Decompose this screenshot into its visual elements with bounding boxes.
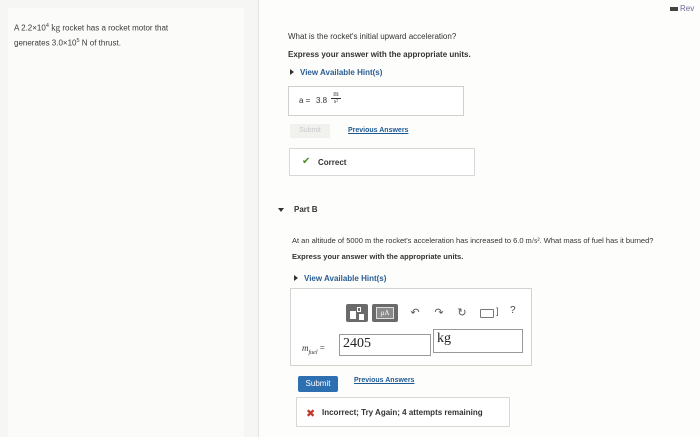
keyboard-icon[interactable]: [480, 309, 494, 318]
partA-feedback-text: Correct: [318, 158, 347, 167]
reset-icon[interactable]: ↻: [455, 306, 469, 319]
checkmark-icon: ✔: [302, 156, 311, 167]
partB-title: Part B: [294, 205, 318, 214]
template-block-icon: [350, 311, 356, 319]
partB-question: At an altitude of 5000 m the rocket's ac…: [292, 236, 654, 245]
partA-question: What is the rocket's initial upward acce…: [288, 32, 457, 41]
redo-icon[interactable]: ↷: [433, 306, 445, 319]
units-button[interactable]: μA: [372, 304, 398, 322]
keyboard-bracket-icon: ]: [496, 306, 499, 316]
expand-triangle-icon: [294, 275, 298, 281]
problem-statement: A 2.2×104 kg rocket has a rocket motor t…: [14, 22, 169, 48]
partA-previous-answers-link[interactable]: Previous Answers: [348, 127, 408, 134]
partA-hints-link[interactable]: View Available Hint(s): [290, 68, 382, 77]
partB-instruction: Express your answer with the appropriate…: [292, 252, 464, 261]
review-icon[interactable]: [670, 7, 678, 11]
incorrect-x-icon: ✖: [306, 408, 316, 420]
expand-triangle-icon: [290, 69, 294, 75]
partB-hints-link[interactable]: View Available Hint(s): [294, 274, 386, 283]
question-panel: [258, 0, 700, 437]
templates-button[interactable]: [346, 304, 368, 322]
help-icon[interactable]: ?: [510, 305, 516, 316]
partB-feedback-text: Incorrect; Try Again; 4 attempts remaini…: [322, 408, 483, 417]
collapse-caret-icon[interactable]: [278, 208, 284, 212]
partB-previous-answers-link[interactable]: Previous Answers: [354, 377, 414, 384]
partA-instruction: Express your answer with the appropriate…: [288, 50, 471, 59]
partB-submit-button[interactable]: Submit: [298, 376, 338, 392]
partA-feedback-box: [289, 148, 475, 176]
partA-answer-var: a =: [299, 96, 311, 105]
template-super-icon: [357, 307, 361, 312]
partA-answer-box: [288, 86, 464, 116]
template-block2-icon: [359, 314, 364, 320]
review-link[interactable]: Rev: [680, 4, 694, 13]
partB-answer-label: mfuel =: [302, 343, 325, 356]
undo-icon[interactable]: ↶: [409, 306, 421, 319]
partB-unit-input[interactable]: kg: [433, 329, 523, 353]
partA-submit-button[interactable]: Submit: [290, 124, 330, 138]
partA-answer-unit: m s²: [331, 91, 341, 106]
problem-panel: [8, 8, 244, 437]
partB-value-input[interactable]: 2405: [339, 334, 431, 356]
mu-a-icon: μA: [376, 307, 394, 319]
partA-answer-value: 3.8: [316, 96, 328, 105]
